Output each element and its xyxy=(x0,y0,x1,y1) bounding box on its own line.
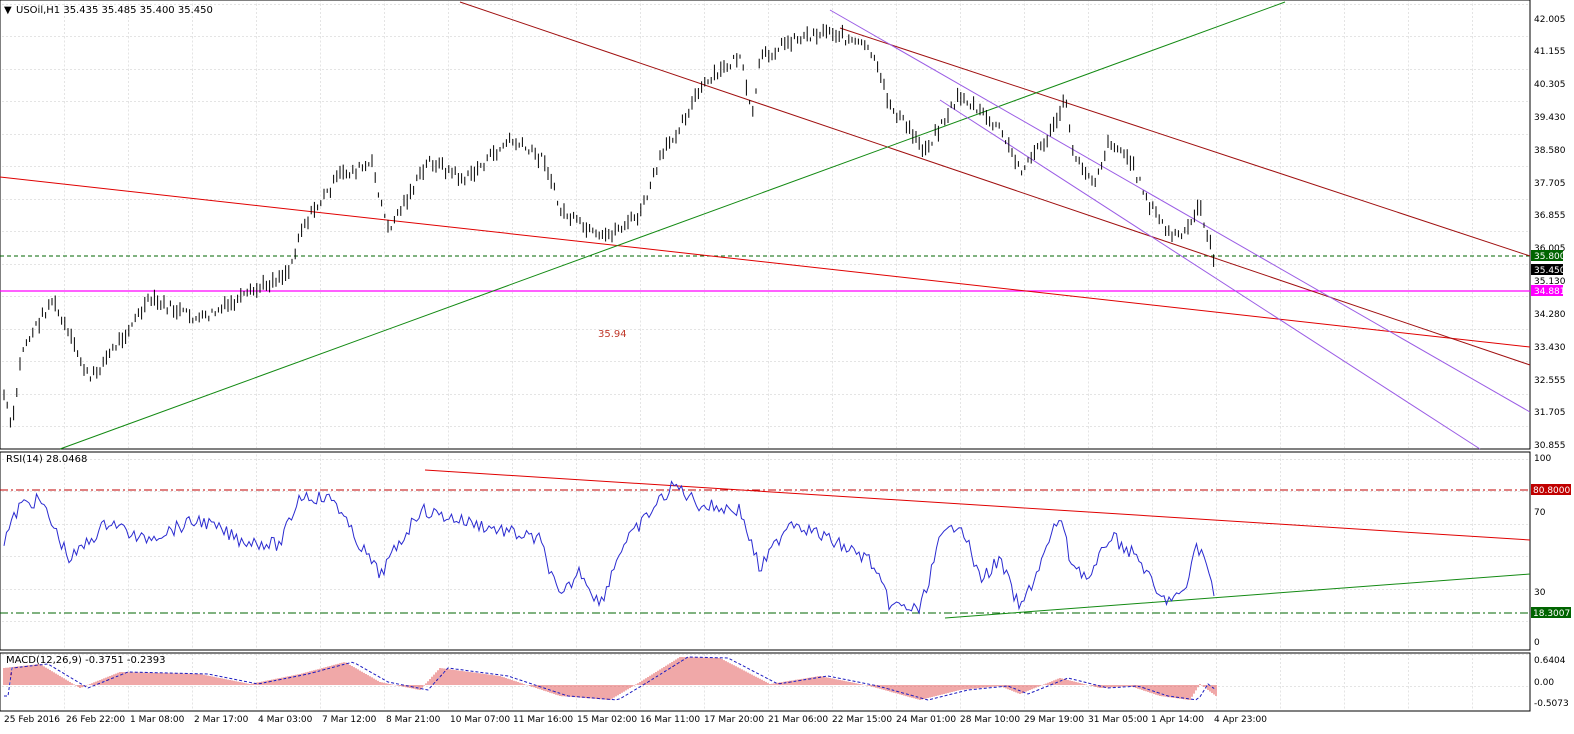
rsi-grid xyxy=(1,453,1529,649)
trading-chart-window[interactable]: ▼ USOil,H1 35.435 35.485 35.400 35.450 3… xyxy=(0,0,1574,730)
time-label: 24 Mar 01:00 xyxy=(896,715,956,725)
rsi-tick: 0 xyxy=(1534,638,1540,648)
rsi-marker-upper-label: 80.8000 xyxy=(1533,486,1570,496)
time-label: 17 Mar 20:00 xyxy=(704,715,764,725)
macd-tick: 0.6404 xyxy=(1534,656,1566,666)
time-label: 21 Mar 06:00 xyxy=(768,715,828,725)
time-label: 4 Apr 23:00 xyxy=(1214,715,1267,725)
macd-axis: 0.6404 0.00 -0.5073 xyxy=(1534,656,1569,709)
time-label: 1 Apr 14:00 xyxy=(1151,715,1204,725)
price-marker-current-label: 35.450 xyxy=(1534,266,1566,276)
symbol-header: USOil,H1 35.435 35.485 35.400 35.450 xyxy=(16,5,213,16)
rsi-tick: 30 xyxy=(1534,588,1546,598)
chart-label: 35.94 xyxy=(598,329,627,340)
time-label: 1 Mar 08:00 xyxy=(130,715,185,725)
price-tick: 36.855 xyxy=(1534,211,1566,221)
price-tick: 39.430 xyxy=(1534,113,1566,123)
time-label: 11 Mar 16:00 xyxy=(513,715,573,725)
price-tick: 31.705 xyxy=(1534,408,1566,418)
price-tick: 42.005 xyxy=(1534,15,1566,25)
price-marker-magenta-label: 34.881 xyxy=(1534,287,1566,297)
rsi-header: RSI(14) 28.0468 xyxy=(6,454,87,465)
price-tick: 34.280 xyxy=(1534,310,1566,320)
time-label: 8 Mar 21:00 xyxy=(386,715,441,725)
rsi-tick: 100 xyxy=(1534,454,1551,464)
time-label: 22 Mar 15:00 xyxy=(832,715,892,725)
macd-tick: -0.5073 xyxy=(1534,699,1569,709)
time-label: 29 Mar 19:00 xyxy=(1024,715,1084,725)
time-axis: 25 Feb 2016 26 Feb 22:00 1 Mar 08:00 2 M… xyxy=(4,715,1267,725)
price-axis: 42.005 41.155 40.305 39.430 38.580 37.70… xyxy=(1534,15,1566,451)
time-label: 10 Mar 07:00 xyxy=(450,715,510,725)
time-label: 16 Mar 11:00 xyxy=(640,715,700,725)
price-tick: 32.555 xyxy=(1534,376,1566,386)
price-tick: 40.305 xyxy=(1534,80,1566,90)
rsi-tick: 70 xyxy=(1534,508,1546,518)
price-grid xyxy=(1,1,1529,448)
time-label: 31 Mar 05:00 xyxy=(1088,715,1148,725)
macd-tick: 0.00 xyxy=(1534,678,1554,688)
time-label: 15 Mar 02:00 xyxy=(577,715,637,725)
time-label: 26 Feb 22:00 xyxy=(66,715,125,725)
time-label: 2 Mar 17:00 xyxy=(194,715,249,725)
price-tick: 37.705 xyxy=(1534,179,1566,189)
time-label: 4 Mar 03:00 xyxy=(258,715,313,725)
price-tick: 33.430 xyxy=(1534,343,1566,353)
header-arrow-icon[interactable]: ▼ xyxy=(4,5,12,16)
price-tick: 30.855 xyxy=(1534,441,1566,451)
time-label: 25 Feb 2016 xyxy=(4,715,60,725)
price-tick: 38.580 xyxy=(1534,146,1566,156)
time-label: 7 Mar 12:00 xyxy=(322,715,377,725)
rsi-marker-lower-label: 18.3007 xyxy=(1533,609,1570,619)
price-tick: 41.155 xyxy=(1534,47,1566,57)
price-marker-green-label: 35.800 xyxy=(1534,252,1566,262)
macd-header: MACD(12,26,9) -0.3751 -0.2393 xyxy=(6,655,166,666)
time-label: 28 Mar 10:00 xyxy=(960,715,1020,725)
